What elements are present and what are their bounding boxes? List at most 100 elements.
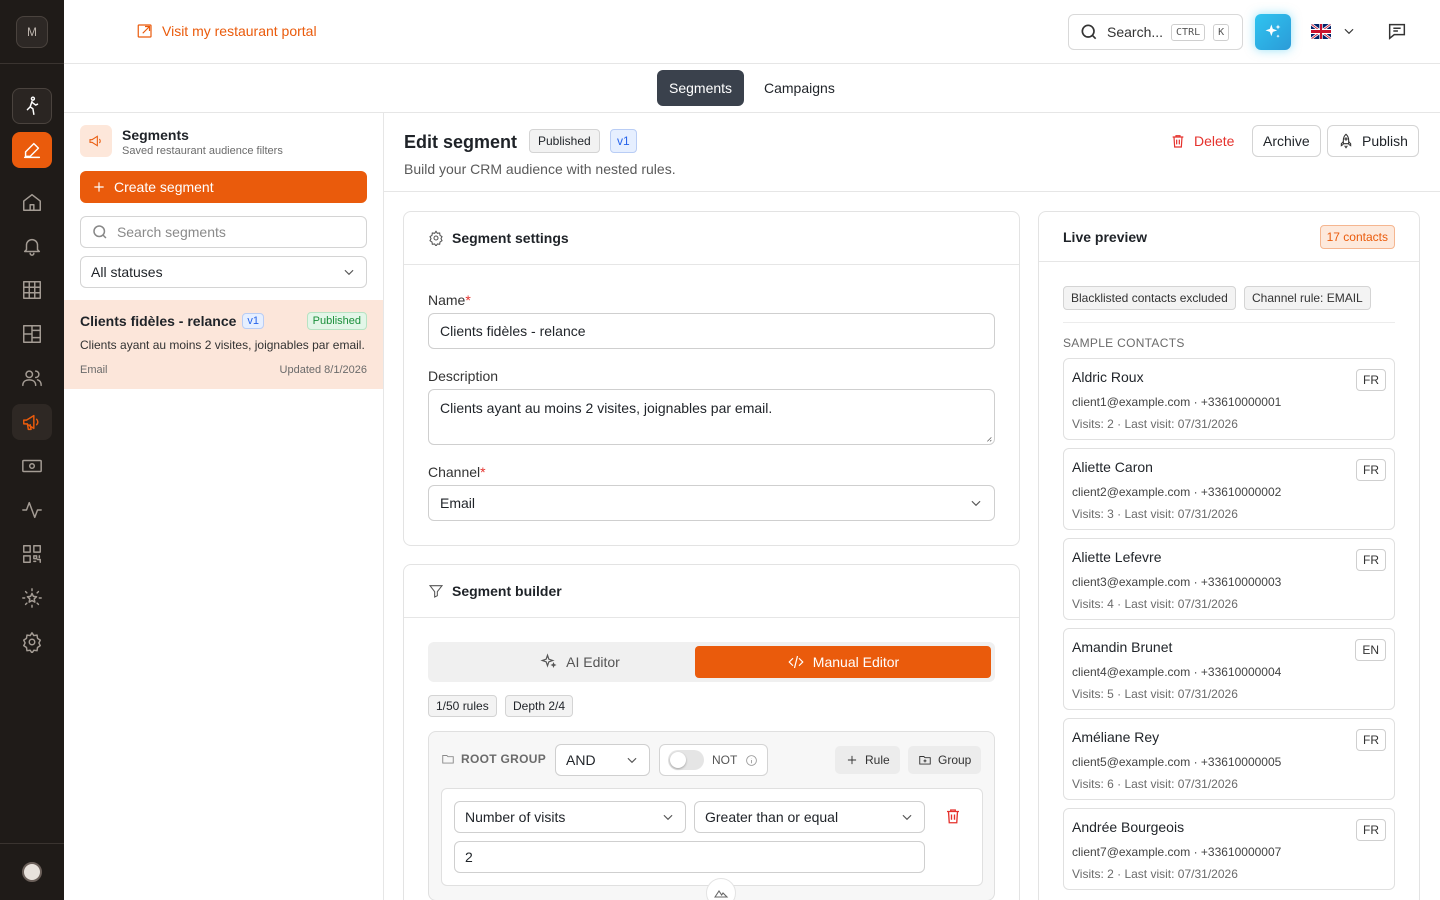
channel-value: Email: [440, 495, 476, 511]
delete-rule-button[interactable]: [944, 807, 964, 827]
contact-card: Aliette Caron FR client2@example.com · +…: [1063, 448, 1395, 530]
plus-icon: [847, 755, 857, 765]
user-avatar[interactable]: [22, 862, 42, 882]
editor-mode-toggle: AI Editor Manual Editor: [428, 642, 995, 682]
uk-flag-icon[interactable]: [1311, 24, 1331, 39]
not-toggle[interactable]: [668, 750, 704, 770]
create-segment-button[interactable]: Create segment: [80, 171, 367, 203]
sidebar-subtitle: Saved restaurant audience filters: [122, 145, 283, 157]
tab-segments[interactable]: Segments: [657, 70, 745, 106]
editor-header: Edit segment Published v1 Build your CRM…: [384, 113, 1440, 192]
money-icon[interactable]: [12, 448, 52, 484]
status-badge: Published: [529, 129, 600, 153]
rule-value-input[interactable]: 2: [454, 841, 925, 873]
search-label: Search...: [1107, 24, 1164, 40]
contact-visits: Visits: 6 · Last visit: 07/31/2026: [1072, 777, 1238, 791]
contact-visits: Visits: 5 · Last visit: 07/31/2026: [1072, 687, 1238, 701]
contact-card: Andrée Bourgeois FR client7@example.com …: [1063, 808, 1395, 890]
version-badge: v1: [242, 313, 265, 329]
ai-editor-option[interactable]: AI Editor: [432, 646, 728, 678]
rules-count-chip: 1/50 rules: [428, 695, 497, 717]
settings-title: Segment settings: [452, 230, 569, 246]
layout-icon[interactable]: [12, 316, 52, 352]
segment-name: Clients fidèles - relance: [80, 313, 237, 329]
blacklist-tag: Blacklisted contacts excluded: [1063, 286, 1236, 310]
rule-field-value: Number of visits: [465, 809, 566, 825]
contact-visits: Visits: 2 · Last visit: 07/31/2026: [1072, 867, 1238, 881]
home-icon[interactable]: [12, 184, 52, 220]
contact-visits: Visits: 3 · Last visit: 07/31/2026: [1072, 507, 1238, 521]
tab-campaigns[interactable]: Campaigns: [752, 70, 847, 106]
name-value: Clients fidèles - relance: [440, 323, 586, 339]
status-filter-value: All statuses: [91, 264, 163, 280]
qr-icon[interactable]: [12, 536, 52, 572]
ai-assistant-button[interactable]: [1255, 14, 1291, 50]
status-badge: Published: [306, 312, 367, 330]
chat-icon[interactable]: [1386, 20, 1408, 42]
contact-details: client4@example.com · +33610000004: [1072, 665, 1282, 679]
builder-title: Segment builder: [452, 583, 562, 599]
name-label: Name*: [428, 292, 471, 308]
restaurant-portal-link[interactable]: Visit my restaurant portal: [136, 22, 317, 40]
page-title: Edit segment: [404, 132, 518, 152]
status-filter-select[interactable]: All statuses: [80, 256, 367, 288]
segment-description: Clients ayant au moins 2 visites, joigna…: [80, 338, 365, 352]
depth-chip: Depth 2/4: [505, 695, 574, 717]
description-field[interactable]: Clients ayant au moins 2 visites, joigna…: [428, 389, 995, 445]
root-group-label: ROOT GROUP: [441, 752, 546, 766]
manual-editor-option[interactable]: Manual Editor: [695, 646, 991, 678]
settings-icon[interactable]: [12, 624, 52, 660]
segment-search-input[interactable]: [116, 224, 356, 240]
top-bar: Visit my restaurant portal Search... CTR…: [64, 0, 1440, 64]
add-group-button[interactable]: Group: [908, 746, 982, 774]
language-badge: FR: [1356, 819, 1386, 841]
chevron-down-icon: [663, 814, 673, 821]
name-field[interactable]: Clients fidèles - relance: [428, 313, 995, 349]
archive-button[interactable]: Archive: [1252, 125, 1321, 157]
walk-icon[interactable]: [12, 88, 52, 124]
chevron-down-icon[interactable]: [1342, 24, 1356, 38]
workspace-avatar[interactable]: M: [16, 16, 48, 48]
scroll-indicator[interactable]: [706, 878, 736, 900]
contact-name: Aliette Lefevre: [1072, 549, 1162, 565]
megaphone-icon[interactable]: [12, 404, 52, 440]
rule-comparator-select[interactable]: Greater than or equal: [694, 801, 925, 833]
language-badge: FR: [1356, 459, 1386, 481]
contact-card: Améliane Rey FR client5@example.com · +3…: [1063, 718, 1395, 800]
group-operator-select[interactable]: AND: [555, 744, 650, 776]
info-icon[interactable]: [745, 754, 758, 767]
contact-details: client7@example.com · +33610000007: [1072, 845, 1282, 859]
global-search[interactable]: Search... CTRL K: [1068, 14, 1243, 50]
create-segment-label: Create segment: [114, 179, 214, 195]
grid-icon[interactable]: [12, 272, 52, 308]
sample-contacts-heading: SAMPLE CONTACTS: [1063, 336, 1185, 350]
bell-icon[interactable]: [12, 228, 52, 264]
activity-icon[interactable]: [12, 492, 52, 528]
resize-handle-icon[interactable]: [984, 434, 992, 442]
edit-icon[interactable]: [12, 132, 52, 168]
filter-icon: [428, 585, 444, 598]
rocket-icon: [1340, 133, 1352, 149]
trash-icon: [1172, 135, 1184, 148]
root-group: ROOT GROUP AND NOT Rule Group Number of …: [428, 731, 995, 900]
ai-editor-label: AI Editor: [566, 654, 620, 670]
star-icon[interactable]: [12, 580, 52, 616]
publish-button[interactable]: Publish: [1327, 125, 1419, 157]
builder-header: Segment builder: [404, 565, 1019, 618]
settings-header: Segment settings: [404, 212, 1019, 265]
channel-select[interactable]: Email: [428, 485, 995, 521]
description-value: Clients ayant au moins 2 visites, joigna…: [440, 400, 773, 416]
sparkles-icon: [1265, 24, 1281, 38]
not-label: NOT: [712, 753, 738, 767]
rule-field-select[interactable]: Number of visits: [454, 801, 686, 833]
chevron-down-icon: [902, 814, 912, 821]
trash-icon: [947, 809, 959, 824]
segment-list-item[interactable]: Clients fidèles - relance v1 Published C…: [64, 300, 383, 389]
users-icon[interactable]: [12, 360, 52, 396]
delete-button[interactable]: Delete: [1162, 125, 1242, 157]
manual-editor-label: Manual Editor: [812, 654, 900, 670]
icon-rail: M: [0, 0, 64, 900]
add-rule-button[interactable]: Rule: [835, 746, 900, 774]
preview-divider: [1063, 322, 1395, 323]
contact-card: Amandin Brunet EN client4@example.com · …: [1063, 628, 1395, 710]
